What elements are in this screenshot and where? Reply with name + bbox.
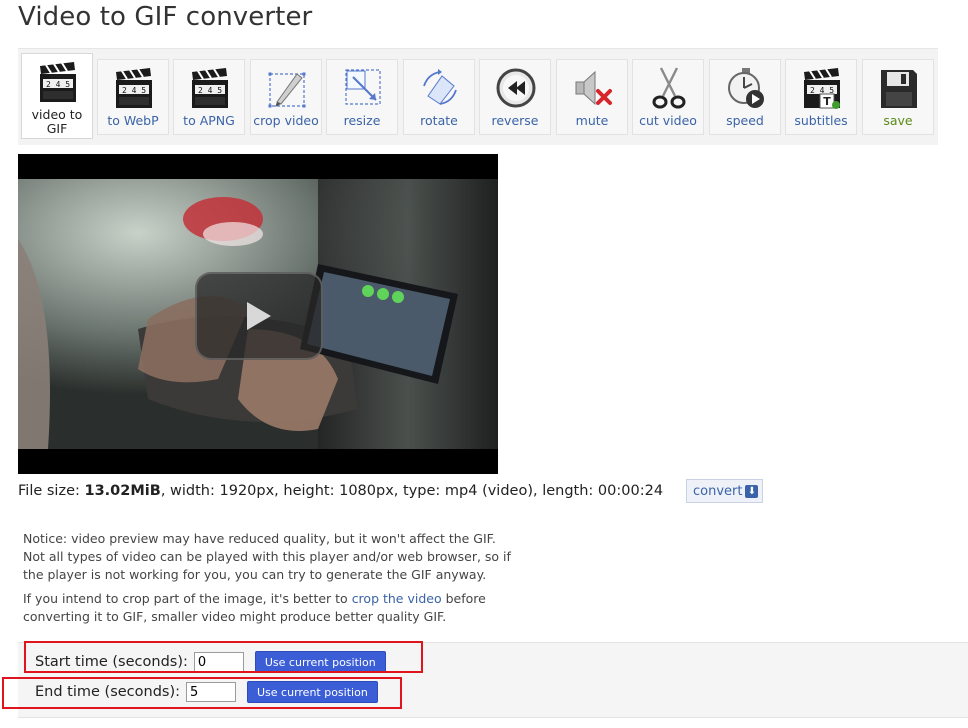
floppy-disk-icon [881, 70, 917, 108]
file-info: File size: 13.02MiB, width: 1920px, heig… [18, 483, 663, 499]
tool-to-apng[interactable]: 2 4 5 to APNG [173, 59, 245, 135]
notice-line-1: Notice: video preview may have reduced q… [23, 531, 496, 546]
tool-label: subtitles [794, 113, 848, 128]
clapperboard-icon: 2 4 5 [116, 68, 152, 108]
start-time-highlight [24, 641, 423, 673]
page-title: Video to GIF converter [18, 2, 313, 32]
mute-icon [575, 70, 612, 106]
convert-label: convert [693, 484, 743, 499]
tool-label: reverse [491, 113, 539, 128]
crop-video-link[interactable]: crop the video [352, 591, 442, 606]
tool-to-webp[interactable]: 2 4 5 to WebP [97, 59, 169, 135]
clapperboard-icon: 2 4 5 [40, 62, 76, 102]
tool-crop-video[interactable]: crop video [250, 59, 322, 135]
tool-resize[interactable]: resize [326, 59, 398, 135]
tool-label: video to GIF [31, 107, 83, 136]
tool-label: rotate [420, 113, 458, 128]
svg-text:2 4 5: 2 4 5 [198, 86, 222, 95]
crop-icon [268, 72, 306, 108]
file-size: 13.02MiB [84, 483, 161, 499]
subtitles-icon: 2 4 5 T [804, 68, 840, 109]
tool-label: cut video [639, 113, 697, 128]
tool-video-to-gif[interactable]: 2 4 5 video to GIF [21, 53, 93, 139]
file-info-prefix: File size: [18, 483, 85, 499]
tool-cut-video[interactable]: cut video [632, 59, 704, 135]
convert-button[interactable]: convert ⬇ [686, 479, 764, 503]
rewind-icon [496, 68, 536, 108]
svg-text:T: T [823, 95, 831, 108]
file-info-details: , width: 1920px, height: 1080px, type: m… [160, 483, 664, 499]
tool-toolbar: 2 4 5 video to GIF 2 4 5 to WebP 2 4 5 t… [18, 48, 938, 145]
download-arrow-icon: ⬇ [745, 485, 759, 498]
tool-subtitles[interactable]: 2 4 5 T subtitles [785, 59, 857, 135]
svg-text:2 4 5: 2 4 5 [46, 80, 70, 89]
scissors-icon [652, 67, 686, 109]
rotate-icon [423, 69, 457, 105]
tool-label: to APNG [183, 113, 235, 128]
video-player[interactable] [18, 154, 498, 474]
tool-reverse[interactable]: reverse [479, 59, 551, 135]
stopwatch-icon [728, 68, 764, 108]
clapperboard-icon: 2 4 5 [192, 68, 228, 108]
notice-line-2: Not all types of video can be played wit… [23, 549, 511, 582]
tool-label: crop video [253, 113, 319, 128]
tool-save[interactable]: save [862, 59, 934, 135]
resize-icon [345, 69, 381, 105]
tool-speed[interactable]: speed [709, 59, 781, 135]
end-time-highlight [2, 677, 402, 709]
notice-crop-before: If you intend to crop part of the image,… [23, 591, 352, 606]
tool-rotate[interactable]: rotate [403, 59, 475, 135]
notice-text: Notice: video preview may have reduced q… [23, 530, 523, 632]
play-icon [247, 302, 271, 330]
tool-label: speed [726, 113, 764, 128]
tool-mute[interactable]: mute [556, 59, 628, 135]
play-button[interactable] [195, 272, 323, 360]
svg-text:2 4 5: 2 4 5 [122, 86, 146, 95]
tool-label: mute [575, 113, 609, 128]
tool-label: to WebP [107, 113, 159, 128]
tool-label: resize [343, 113, 381, 128]
tool-label: save [883, 113, 913, 128]
